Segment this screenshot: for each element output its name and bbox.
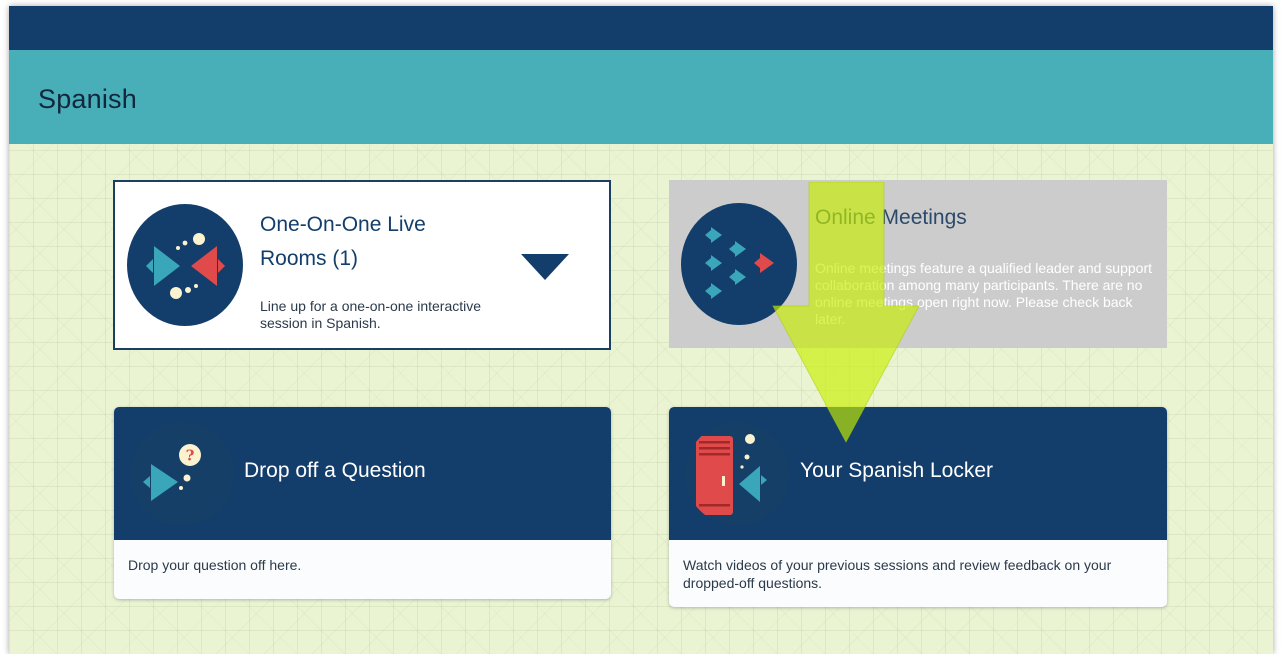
drop-question-title[interactable]: Drop off a Question [244, 459, 426, 483]
page-title: Spanish [38, 84, 137, 114]
locker-fish-icon [685, 422, 789, 526]
drop-question-card[interactable]: ? Drop off a Question Drop your question… [114, 407, 611, 599]
triangle-down-icon[interactable] [521, 254, 569, 280]
drop-question-description: Drop your question off here. [128, 557, 302, 573]
spanish-locker-header[interactable]: Your Spanish Locker [669, 407, 1167, 540]
top-bar [9, 6, 1273, 50]
fish-question-icon: ? [130, 422, 234, 526]
spanish-locker-card[interactable]: Your Spanish Locker Watch videos of your… [669, 407, 1167, 607]
online-meetings-title: Online Meetings [815, 206, 967, 229]
drop-question-header[interactable]: ? Drop off a Question [114, 407, 611, 540]
live-rooms-description: Line up for a one-on-one interactive ses… [260, 298, 482, 331]
page-header: Spanish [9, 50, 1273, 144]
online-meetings-card: Online Meetings Online meetings feature … [669, 180, 1167, 348]
fish-school-icon [681, 203, 797, 325]
svg-text:?: ? [186, 447, 195, 465]
online-meetings-description: Online meetings feature a qualified lead… [815, 260, 1152, 327]
spanish-locker-description: Watch videos of your previous sessions a… [683, 557, 1112, 591]
fish-facing-icon [127, 204, 243, 326]
live-rooms-title[interactable]: One-On-One Live Rooms (1) [260, 208, 490, 276]
app-frame: Spanish One-On-One Live Rooms (1) Line u… [9, 6, 1273, 654]
spanish-locker-title[interactable]: Your Spanish Locker [800, 459, 993, 483]
live-rooms-card[interactable]: One-On-One Live Rooms (1) Line up for a … [113, 180, 611, 350]
